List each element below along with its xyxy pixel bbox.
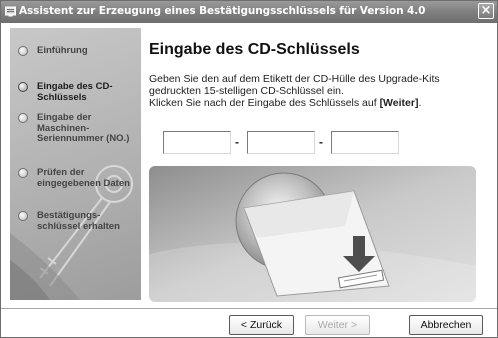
instructions-line-2: Klicken Sie nach der Eingabe des Schlüss… xyxy=(149,97,489,109)
cd-key-field-2[interactable] xyxy=(247,131,315,154)
instructions-next-ref: [Weiter] xyxy=(379,97,419,109)
footer-divider xyxy=(1,308,497,310)
next-button[interactable]: Weiter > xyxy=(305,315,370,335)
step-label: Eingabe der Maschinen-Seriennummer (NO.) xyxy=(37,112,130,144)
cancel-button[interactable]: Abbrechen xyxy=(409,315,483,335)
back-button[interactable]: < Zurück xyxy=(229,315,294,335)
close-button[interactable]: × xyxy=(478,3,494,19)
key-watermark-icon xyxy=(10,165,133,300)
page-title: Eingabe des CD-Schlüssels xyxy=(149,41,360,58)
cd-key-field-3[interactable] xyxy=(331,131,399,154)
step-bullet-icon xyxy=(18,211,28,221)
instructions-line-1: Geben Sie den auf dem Etikett der CD-Hül… xyxy=(149,73,440,97)
step-bullet-icon xyxy=(18,113,28,123)
step-label: Einführung xyxy=(37,45,88,56)
title-bar[interactable]: Assistent zur Erzeugung eines Bestätigun… xyxy=(1,1,497,23)
wizard-window: Assistent zur Erzeugung eines Bestätigun… xyxy=(0,0,498,338)
key-separator-1: - xyxy=(235,135,239,149)
app-icon xyxy=(5,6,16,17)
step-label: Prüfen der eingegebenen Daten xyxy=(37,167,130,189)
step-bullet-icon xyxy=(18,46,28,56)
instructions-text: Geben Sie den auf dem Etikett der CD-Hül… xyxy=(149,73,489,109)
instructions-suffix: . xyxy=(418,97,422,109)
step-bullet-icon xyxy=(18,168,28,178)
cd-key-field-1[interactable] xyxy=(163,131,231,154)
wizard-steps-sidebar: Einführung Eingabe des CD-Schlüssels Ein… xyxy=(10,28,141,300)
step-label: Eingabe des CD-Schlüssels xyxy=(37,81,113,103)
step-label: Bestätigungs-schlüssel erhalten xyxy=(37,210,120,232)
window-title: Assistent zur Erzeugung eines Bestätigun… xyxy=(19,5,426,17)
instructions-prefix: Klicken Sie nach der Eingabe des Schlüss… xyxy=(149,97,380,109)
step-bullet-icon xyxy=(18,82,28,92)
cd-case-illustration xyxy=(149,166,476,302)
close-icon: × xyxy=(480,3,492,18)
key-separator-2: - xyxy=(319,135,323,149)
